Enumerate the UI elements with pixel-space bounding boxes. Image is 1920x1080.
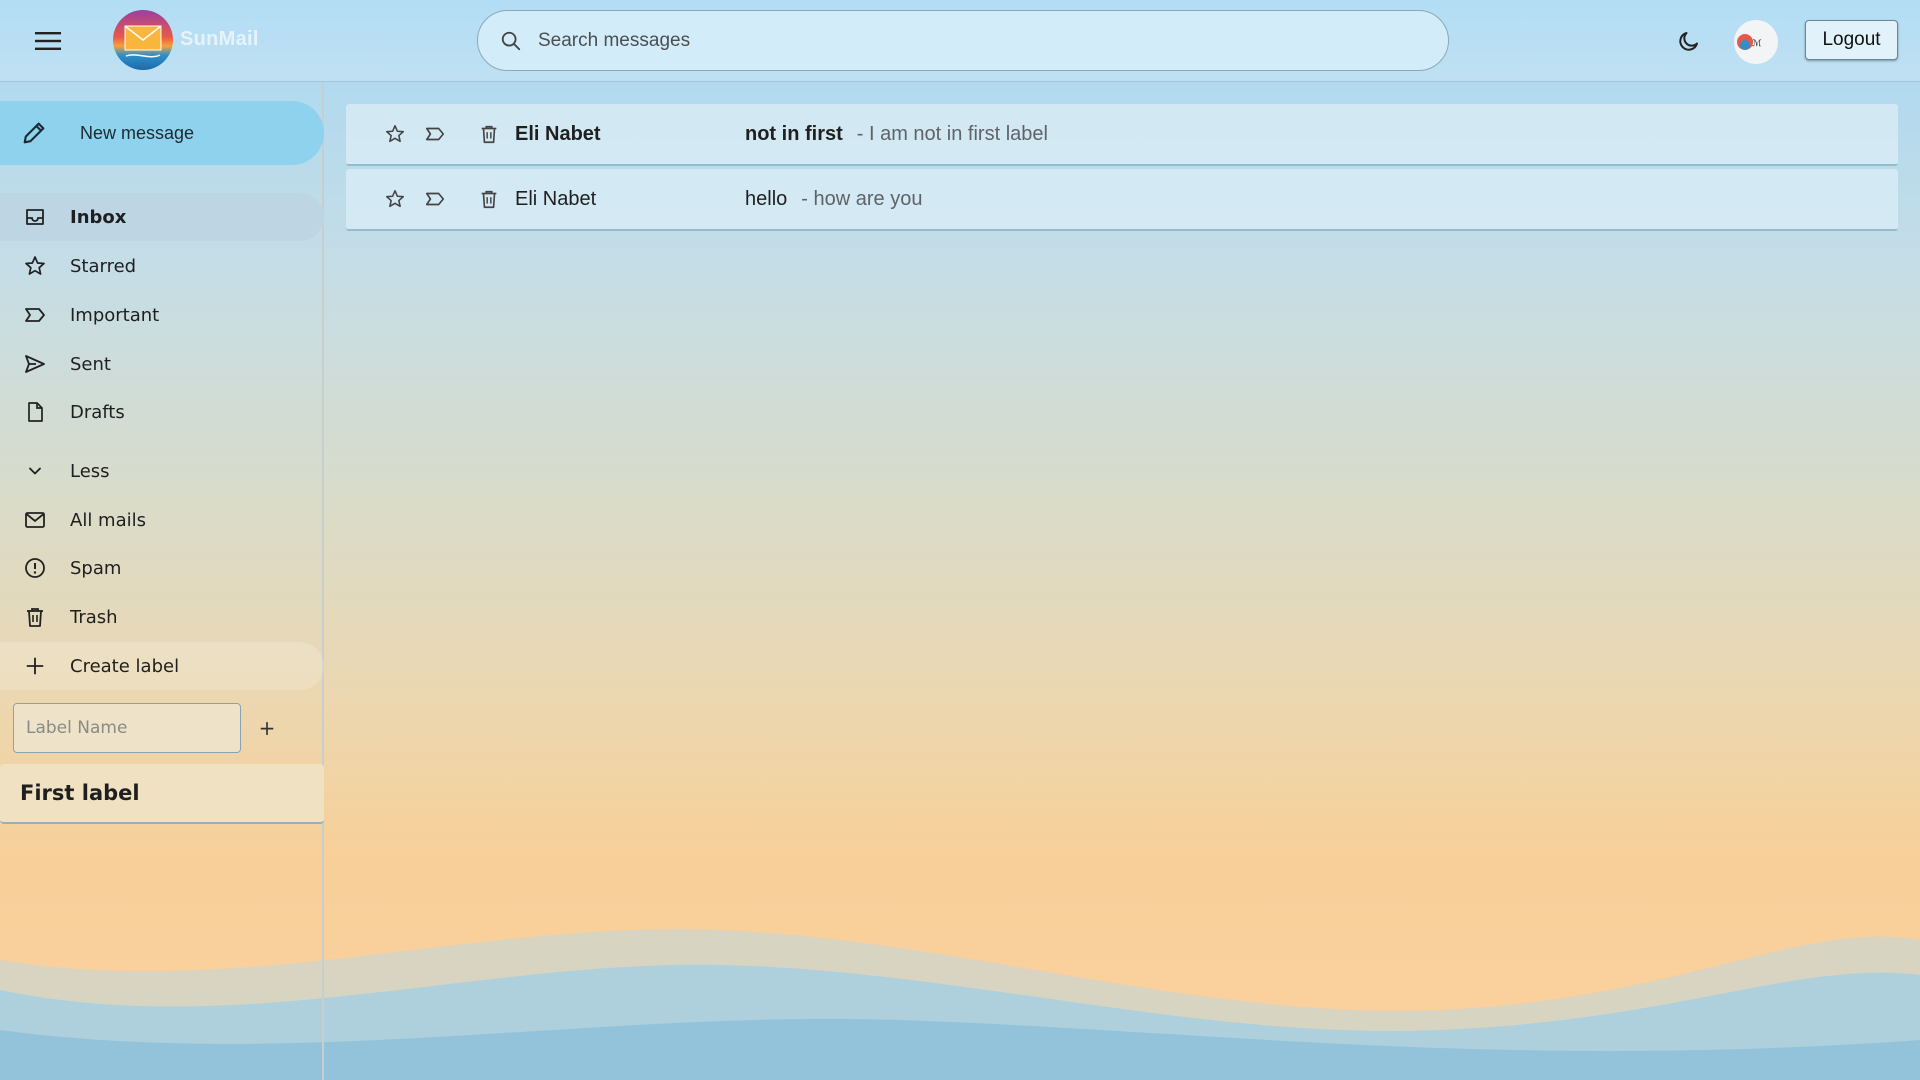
search-icon[interactable]	[498, 28, 524, 54]
mail-subject: hello	[745, 187, 788, 210]
new-message-button[interactable]: New message	[0, 101, 324, 165]
mail-sender: Eli Nabet	[515, 122, 601, 145]
label-name: First label	[20, 781, 140, 805]
star-icon	[22, 253, 48, 279]
top-header: SunMail ℳ Logout	[0, 0, 1920, 82]
important-icon[interactable]	[422, 121, 448, 147]
brand-name: SunMail	[180, 28, 259, 50]
inbox-icon	[22, 204, 48, 230]
send-icon	[22, 351, 48, 377]
pencil-icon	[18, 117, 50, 149]
mail-icon	[22, 507, 48, 533]
sidebar-item-label: Drafts	[70, 401, 125, 423]
new-message-label: New message	[80, 122, 195, 143]
important-icon	[22, 302, 48, 328]
star-icon[interactable]	[382, 186, 408, 212]
mail-subject-line: hello - how are you	[745, 188, 922, 211]
important-icon[interactable]	[422, 186, 448, 212]
add-label-button[interactable]: +	[255, 716, 279, 740]
sidebar-item-label: Less	[70, 460, 110, 482]
moon-icon	[1679, 32, 1698, 51]
sidebar-item-less[interactable]: Less	[0, 447, 324, 495]
label-name-input[interactable]	[13, 703, 241, 753]
sidebar-item-label: Trash	[70, 606, 118, 628]
menu-icon[interactable]	[30, 24, 66, 58]
sidebar: New message Inbox Starred Important Sent…	[0, 82, 324, 1080]
new-label-form: +	[13, 703, 279, 753]
mail-list: Eli Nabet not in first - I am not in fir…	[346, 104, 1898, 234]
plus-icon	[22, 653, 48, 679]
chevron-down-icon	[22, 458, 48, 484]
sidebar-item-spam[interactable]: Spam	[0, 544, 324, 592]
search-bar[interactable]	[477, 10, 1449, 71]
spam-icon	[22, 555, 48, 581]
sidebar-item-sent[interactable]: Sent	[0, 340, 324, 388]
mail-snippet: - how are you	[801, 187, 923, 210]
logout-button[interactable]: Logout	[1805, 20, 1898, 60]
sidebar-item-inbox[interactable]: Inbox	[0, 193, 324, 241]
sidebar-item-label: Important	[70, 304, 160, 326]
mail-subject-line: not in first - I am not in first label	[745, 123, 1048, 146]
sidebar-item-label: All mails	[70, 509, 146, 531]
sidebar-item-starred[interactable]: Starred	[0, 242, 324, 290]
mail-snippet: - I am not in first label	[856, 122, 1048, 145]
sidebar-item-label: Spam	[70, 557, 122, 579]
search-input[interactable]	[538, 20, 1418, 61]
sidebar-item-important[interactable]: Important	[0, 291, 324, 339]
draft-icon	[22, 399, 48, 425]
label-first-label[interactable]: First label	[0, 764, 324, 824]
trash-icon	[22, 604, 48, 630]
sidebar-item-trash[interactable]: Trash	[0, 593, 324, 641]
star-icon[interactable]	[382, 121, 408, 147]
sidebar-item-all-mails[interactable]: All mails	[0, 496, 324, 544]
sidebar-item-label: Inbox	[70, 206, 127, 228]
trash-icon[interactable]	[476, 186, 502, 212]
avatar[interactable]: ℳ	[1734, 20, 1778, 64]
svg-text:ℳ: ℳ	[1752, 39, 1762, 49]
sidebar-item-label: Starred	[70, 255, 137, 277]
trash-icon[interactable]	[476, 121, 502, 147]
sunmail-logo[interactable]	[112, 9, 174, 71]
sidebar-item-label: Sent	[70, 353, 111, 375]
create-label-button[interactable]: Create label	[0, 642, 324, 690]
mail-row[interactable]: Eli Nabet hello - how are you	[346, 169, 1898, 231]
sidebar-item-drafts[interactable]: Drafts	[0, 388, 324, 436]
mail-row[interactable]: Eli Nabet not in first - I am not in fir…	[346, 104, 1898, 166]
dark-mode-toggle[interactable]	[1674, 26, 1704, 56]
sidebar-item-label: Create label	[70, 655, 180, 677]
mail-sender: Eli Nabet	[515, 187, 597, 210]
mail-subject: not in first	[745, 122, 843, 145]
